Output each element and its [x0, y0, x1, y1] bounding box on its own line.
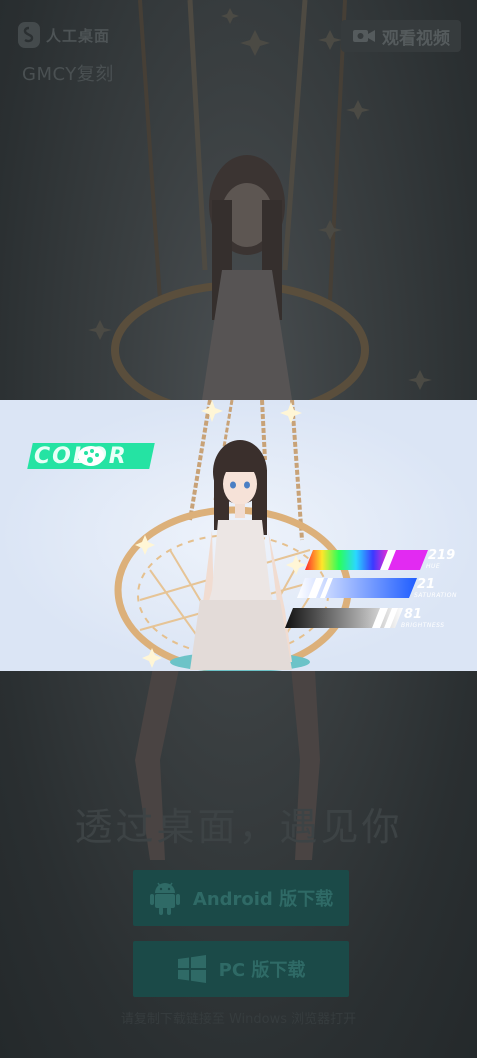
brightness-label: BRIGHTNESS	[401, 622, 445, 629]
pc-download-button[interactable]: PC 版下载	[133, 941, 349, 997]
header: 人工桌面 GMCY复刻 观看视频	[0, 0, 477, 90]
tagline: 透过桌面，遇见你	[74, 805, 403, 849]
saturation-value: 21	[417, 577, 436, 592]
promo-banner	[0, 400, 477, 671]
logo[interactable]: 人工桌面	[18, 22, 110, 48]
watch-video-button[interactable]: 观看视频	[341, 20, 461, 52]
watch-video-label: 观看视频	[382, 28, 450, 49]
windows-icon	[177, 955, 206, 983]
hue-value: 219	[428, 548, 456, 563]
brightness-value: 81	[404, 607, 423, 622]
android-download-button[interactable]: Android 版下载	[133, 870, 349, 926]
palette-icon	[78, 446, 104, 466]
page-subtitle: GMCY复刻	[22, 64, 114, 85]
saturation-label: SATURATION	[414, 592, 458, 599]
video-icon	[353, 30, 375, 42]
android-icon	[149, 882, 180, 915]
android-download-label: Android 版下载	[192, 889, 334, 910]
logo-text: 人工桌面	[46, 26, 111, 45]
hue-label: HUE	[426, 563, 441, 570]
logo-icon	[18, 22, 40, 48]
browser-note: 请复制下载链接至 Windows 浏览器打开	[120, 1012, 357, 1027]
pc-download-label: PC 版下载	[218, 960, 306, 981]
